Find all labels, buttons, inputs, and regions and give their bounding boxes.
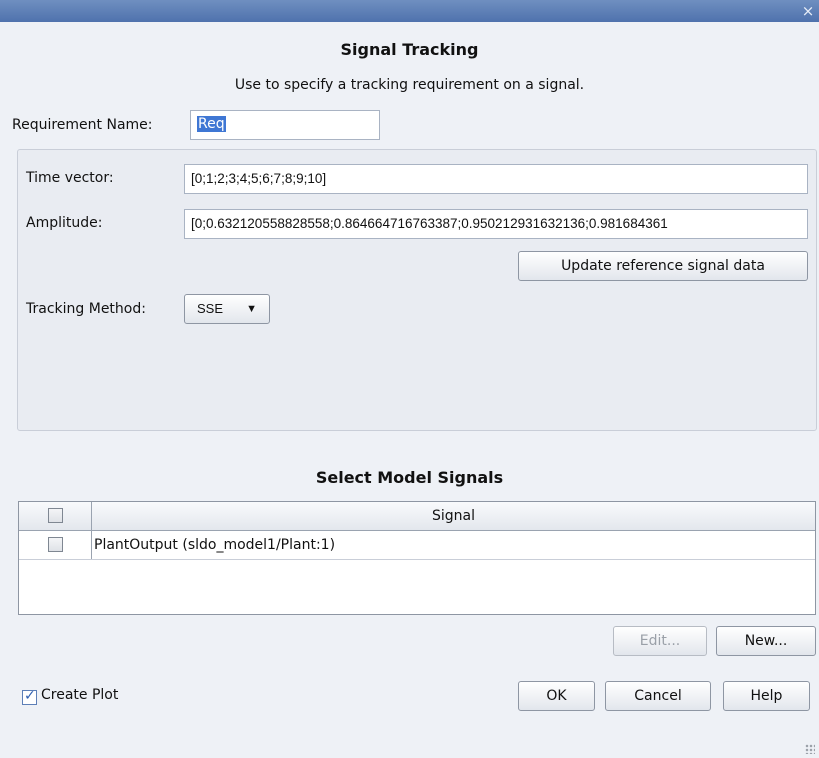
window-border — [0, 22, 8, 758]
select-all-checkbox[interactable] — [48, 508, 63, 523]
row-check-cell — [19, 531, 92, 559]
signal-name-cell: PlantOutput (sldo_model1/Plant:1) — [94, 537, 336, 553]
edit-button[interactable]: Edit... — [613, 626, 707, 656]
time-vector-input[interactable]: [0;1;2;3;4;5;6;7;8;9;10] — [184, 164, 808, 194]
dialog-title: Signal Tracking — [340, 40, 479, 59]
model-signals-table: Signal PlantOutput (sldo_model1/Plant:1) — [18, 501, 816, 615]
new-button[interactable]: New... — [716, 626, 816, 656]
amplitude-label: Amplitude: — [26, 215, 103, 231]
row-checkbox[interactable] — [48, 537, 63, 552]
requirement-name-value: Req — [197, 116, 226, 132]
signal-column-header[interactable]: Signal — [92, 502, 815, 530]
create-plot-label[interactable]: Create Plot — [41, 687, 118, 703]
ok-button[interactable]: OK — [518, 681, 595, 711]
table-header: Signal — [19, 502, 815, 531]
create-plot-checkbox[interactable] — [22, 688, 37, 705]
cancel-button[interactable]: Cancel — [605, 681, 711, 711]
chevron-down-icon: ▼ — [246, 303, 257, 315]
requirement-name-label: Requirement Name: — [12, 117, 153, 133]
window-titlebar[interactable]: × — [0, 0, 819, 22]
tracking-method-dropdown[interactable]: SSE ▼ — [184, 294, 270, 324]
reference-signal-panel: Time vector: [0;1;2;3;4;5;6;7;8;9;10] Am… — [17, 149, 817, 431]
update-reference-signal-button[interactable]: Update reference signal data — [518, 251, 808, 281]
close-icon[interactable]: × — [799, 1, 817, 21]
dialog-subtitle: Use to specify a tracking requirement on… — [234, 77, 585, 93]
tracking-method-value: SSE — [197, 301, 224, 316]
table-row[interactable]: PlantOutput (sldo_model1/Plant:1) — [19, 531, 815, 560]
select-model-signals-title: Select Model Signals — [315, 468, 504, 487]
help-button[interactable]: Help — [723, 681, 810, 711]
requirement-name-input[interactable]: Req — [190, 110, 380, 140]
amplitude-input[interactable]: [0;0.632120558828558;0.864664716763387;0… — [184, 209, 808, 239]
tracking-method-label: Tracking Method: — [26, 301, 146, 317]
time-vector-label: Time vector: — [26, 170, 114, 186]
resize-grip-icon[interactable] — [805, 744, 815, 754]
header-check-cell — [19, 502, 92, 530]
